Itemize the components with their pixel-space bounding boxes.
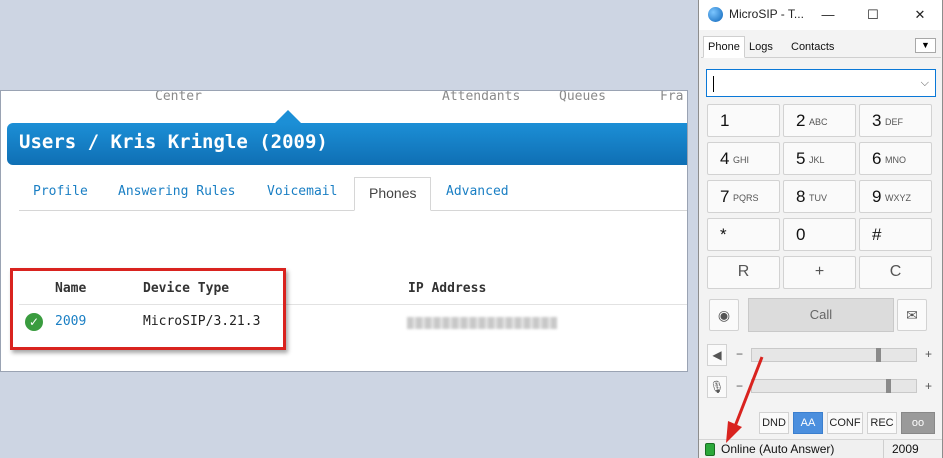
key-7[interactable]: 7 PQRS — [707, 180, 780, 213]
key-6[interactable]: 6 MNO — [859, 142, 932, 175]
speaker-plus: + — [925, 347, 933, 361]
record-toggle[interactable]: REC — [867, 412, 897, 434]
key-hash[interactable]: # — [859, 218, 932, 251]
plus-button[interactable]: + — [783, 256, 856, 289]
speaker-volume-slider[interactable] — [751, 348, 917, 362]
title-bar: MicroSIP - T... — ☐ ✕ — [699, 0, 942, 30]
key-9[interactable]: 9 WXYZ — [859, 180, 932, 213]
breadcrumb: Users / Kris Kringle (2009) — [19, 131, 328, 153]
annotation-arrow — [726, 356, 764, 443]
key-8-number: 8 — [796, 187, 806, 206]
voicemail-tape-icon[interactable]: oo — [901, 412, 935, 434]
minimize-icon[interactable]: — — [817, 4, 839, 26]
clear-label: C — [889, 263, 902, 280]
key-8-letters: TUV — [809, 193, 827, 203]
key-3-number: 3 — [872, 111, 882, 130]
online-status-icon — [705, 443, 715, 456]
key-2[interactable]: 2 ABC — [783, 104, 856, 137]
key-7-letters: PQRS — [733, 193, 759, 203]
voicemail-icon[interactable]: ◉ — [709, 299, 739, 331]
key-0[interactable]: 0 — [783, 218, 856, 251]
mic-plus: + — [925, 379, 933, 393]
text-cursor — [713, 76, 714, 93]
account-extension[interactable]: 2009 — [883, 440, 919, 458]
tab-profile[interactable]: Profile — [33, 177, 88, 211]
close-icon[interactable]: ✕ — [909, 4, 931, 26]
column-header-ip-address[interactable]: IP Address — [408, 281, 486, 296]
nav-item-center[interactable]: Center — [155, 91, 202, 104]
page-header-banner: Users / Kris Kringle (2009) — [7, 110, 687, 165]
ip-address-redacted — [407, 317, 557, 329]
microphone-volume-slider[interactable] — [751, 379, 917, 393]
key-1[interactable]: 1 — [707, 104, 780, 137]
key-4-number: 4 — [720, 149, 730, 168]
plus-label: + — [814, 263, 825, 280]
redial-button[interactable]: R — [707, 256, 780, 289]
key-star-symbol: * — [720, 225, 727, 244]
key-3-letters: DEF — [885, 117, 903, 127]
message-icon[interactable]: ✉ — [897, 299, 927, 331]
key-star[interactable]: * — [707, 218, 780, 251]
dial-number-input[interactable]: ⌵ — [706, 69, 936, 97]
nav-item-attendants[interactable]: Attendants — [442, 91, 520, 104]
key-0-number: 0 — [796, 225, 806, 244]
tab-voicemail[interactable]: Voicemail — [267, 177, 337, 211]
tab-answering-rules[interactable]: Answering Rules — [118, 177, 235, 211]
key-6-letters: MNO — [885, 155, 906, 165]
key-2-letters: ABC — [809, 117, 828, 127]
window-title: MicroSIP - T... — [729, 7, 804, 21]
key-5-letters: JKL — [809, 155, 825, 165]
tab-phones[interactable]: Phones — [354, 177, 432, 211]
nav-item-queues[interactable]: Queues — [559, 91, 606, 104]
key-5[interactable]: 5 JKL — [783, 142, 856, 175]
conference-toggle[interactable]: CONF — [827, 412, 863, 434]
arrow-shaft — [732, 356, 764, 430]
user-tabs: Profile Answering Rules Voicemail Phones… — [19, 177, 687, 211]
redial-label: R — [737, 263, 750, 280]
key-4[interactable]: 4 GHI — [707, 142, 780, 175]
key-7-number: 7 — [720, 187, 730, 206]
microsip-tabs: Phone Logs Contacts — [701, 36, 941, 58]
key-4-letters: GHI — [733, 155, 750, 165]
tab-logs[interactable]: Logs — [745, 38, 777, 58]
top-navigation: Center Attendants Queues Fra — [1, 91, 687, 121]
tab-phone[interactable]: Phone — [703, 36, 745, 58]
call-button[interactable]: Call — [748, 298, 894, 332]
key-9-number: 9 — [872, 187, 882, 206]
key-5-number: 5 — [796, 149, 806, 168]
mic-slider-handle[interactable] — [886, 379, 891, 393]
key-3[interactable]: 3 DEF — [859, 104, 932, 137]
key-6-number: 6 — [872, 149, 882, 168]
tab-advanced[interactable]: Advanced — [446, 177, 509, 211]
key-8[interactable]: 8 TUV — [783, 180, 856, 213]
key-9-letters: WXYZ — [885, 193, 911, 203]
maximize-icon[interactable]: ☐ — [862, 4, 884, 26]
speaker-slider-handle[interactable] — [876, 348, 881, 362]
arrow-head — [726, 421, 742, 443]
clear-button[interactable]: C — [859, 256, 932, 289]
nav-item-fax[interactable]: Fra — [660, 91, 683, 104]
key-hash-symbol: # — [872, 225, 882, 244]
key-2-number: 2 — [796, 111, 806, 130]
auto-answer-toggle[interactable]: AA — [793, 412, 823, 434]
highlight-box — [10, 268, 286, 350]
microsip-logo-icon — [708, 7, 723, 22]
chevron-down-icon[interactable]: ⌵ — [921, 70, 929, 96]
key-1-number: 1 — [720, 111, 730, 130]
menu-dropdown-icon[interactable]: ▼ — [915, 38, 936, 53]
tab-contacts[interactable]: Contacts — [787, 38, 838, 58]
active-nav-pointer — [275, 110, 301, 123]
